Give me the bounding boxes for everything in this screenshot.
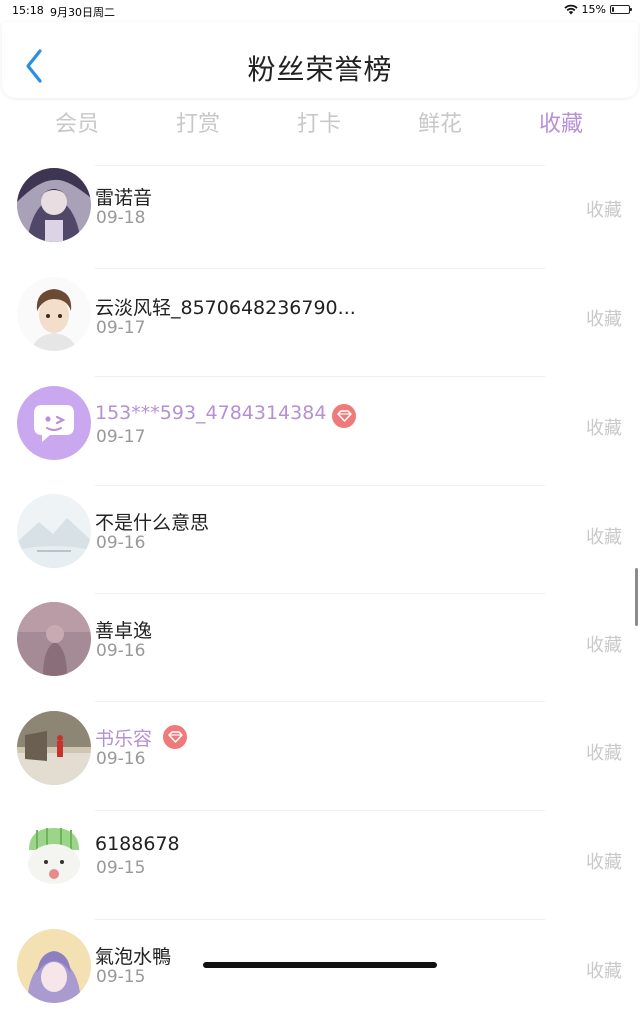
tab-member[interactable]: 会员 xyxy=(37,106,117,138)
favorite-label: 收藏 xyxy=(586,852,622,873)
list-divider xyxy=(95,593,545,594)
list-item[interactable]: 雷诺音 09-18 收藏 xyxy=(0,165,640,273)
status-time: 15:18 xyxy=(12,4,44,17)
list-divider xyxy=(95,485,545,486)
favorite-label: 收藏 xyxy=(586,635,622,656)
tab-favorites[interactable]: 收藏 xyxy=(521,106,601,138)
diamond-badge-icon xyxy=(163,725,187,749)
fan-name: 氣泡水鴨 xyxy=(95,946,172,968)
tab-checkin[interactable]: 打卡 xyxy=(279,106,359,138)
status-bar: 15:18 9月30日周二 15% xyxy=(0,0,640,22)
list-item[interactable]: 6188678 09-15 收藏 xyxy=(0,815,640,923)
favorite-label: 收藏 xyxy=(586,309,622,330)
landscape-avatar[interactable] xyxy=(17,494,91,568)
fan-name: 不是什么意思 xyxy=(95,512,210,534)
favorite-label: 收藏 xyxy=(586,200,622,221)
favorite-label: 收藏 xyxy=(586,418,622,439)
app-header: 粉丝荣誉榜 xyxy=(2,22,638,98)
battery-percent: 15% xyxy=(581,3,606,16)
tab-flowers[interactable]: 鲜花 xyxy=(400,106,480,138)
battery-icon xyxy=(610,5,632,14)
anime-girl-avatar[interactable] xyxy=(17,168,91,242)
favorite-label: 收藏 xyxy=(586,527,622,548)
fan-date: 09-16 xyxy=(96,641,146,661)
status-date: 9月30日周二 xyxy=(50,6,115,19)
favorite-label: 收藏 xyxy=(586,961,622,982)
list-divider xyxy=(95,919,545,920)
status-right: 15% xyxy=(563,3,632,16)
home-indicator[interactable] xyxy=(203,962,437,968)
photo-avatar[interactable] xyxy=(17,602,91,676)
fan-name: 雷诺音 xyxy=(95,187,153,209)
fan-date: 09-17 xyxy=(96,318,146,338)
wifi-icon xyxy=(563,4,578,15)
fan-date: 09-18 xyxy=(96,208,146,228)
list-item[interactable]: 153***593_4784314384 09-17 收藏 xyxy=(0,381,640,489)
anime-avatar[interactable] xyxy=(17,929,91,1003)
fan-date: 09-17 xyxy=(96,427,146,447)
favorite-label: 收藏 xyxy=(586,743,622,764)
battery-fill xyxy=(612,7,615,12)
list-divider xyxy=(95,810,545,811)
diamond-badge-icon xyxy=(332,404,356,428)
fan-name: 153***593_4784314384 xyxy=(95,402,327,424)
fan-name: 书乐容 xyxy=(95,728,153,750)
list-item[interactable]: 书乐容 09-16 收藏 xyxy=(0,706,640,814)
list-item[interactable]: 云淡风轻_8570648236790... 09-17 收藏 xyxy=(0,273,640,381)
fan-date: 09-15 xyxy=(96,967,146,987)
tab-bar: 会员 打赏 打卡 鲜花 收藏 xyxy=(0,100,640,144)
fan-date: 09-16 xyxy=(96,533,146,553)
fan-name: 6188678 xyxy=(95,833,180,855)
list-divider xyxy=(95,268,545,269)
anime-boy-avatar[interactable] xyxy=(17,277,91,351)
tab-reward[interactable]: 打赏 xyxy=(158,106,238,138)
scenery-avatar[interactable] xyxy=(17,711,91,785)
fan-name: 云淡风轻_8570648236790... xyxy=(95,297,356,319)
page-title: 粉丝荣誉榜 xyxy=(247,53,393,86)
cartoon-avatar[interactable] xyxy=(17,820,91,894)
fan-name: 善卓逸 xyxy=(95,620,153,642)
list-item[interactable]: 善卓逸 09-16 收藏 xyxy=(0,598,640,706)
fan-date: 09-15 xyxy=(96,858,146,878)
list-divider xyxy=(95,376,545,377)
scrollbar[interactable] xyxy=(635,568,638,626)
list-item[interactable]: 不是什么意思 09-16 收藏 xyxy=(0,490,640,598)
fan-date: 09-16 xyxy=(96,749,146,769)
list-divider xyxy=(95,701,545,702)
default-chat-avatar[interactable] xyxy=(17,386,91,460)
list-item[interactable]: 氣泡水鴨 09-15 收藏 xyxy=(0,924,640,1032)
